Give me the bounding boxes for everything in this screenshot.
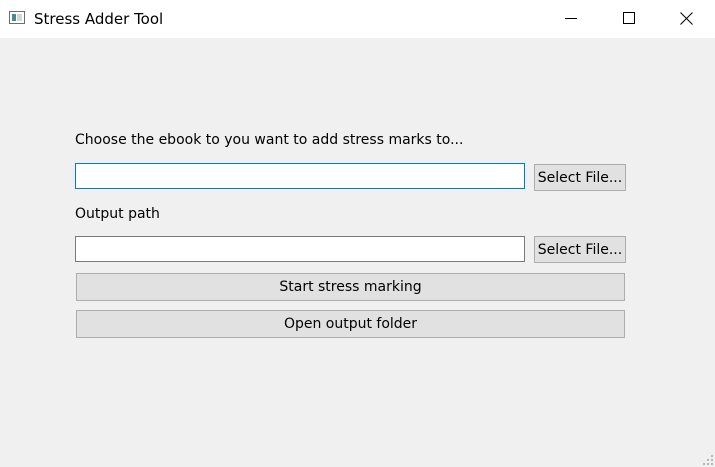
open-output-folder-button[interactable]: Open output folder <box>76 310 625 338</box>
ebook-path-input[interactable] <box>75 163 525 189</box>
maximize-icon <box>623 12 635 24</box>
title-bar[interactable]: Stress Adder Tool <box>0 0 715 38</box>
resize-grip-icon[interactable] <box>703 455 713 465</box>
close-icon <box>680 12 693 25</box>
select-ebook-file-button[interactable]: Select File... <box>534 164 626 191</box>
ebook-prompt-label: Choose the ebook to you want to add stre… <box>75 132 464 148</box>
close-button[interactable] <box>658 0 715 38</box>
app-window-icon <box>9 11 25 24</box>
maximize-button[interactable] <box>600 0 658 38</box>
minimize-button[interactable] <box>542 0 600 38</box>
output-path-input[interactable] <box>75 236 525 262</box>
minimize-icon <box>565 18 577 19</box>
select-output-file-button[interactable]: Select File... <box>534 236 626 263</box>
output-path-label: Output path <box>75 206 160 222</box>
start-stress-marking-button[interactable]: Start stress marking <box>76 273 625 301</box>
window-title: Stress Adder Tool <box>34 10 164 28</box>
app-window: Stress Adder Tool Choose the ebook to yo… <box>0 0 715 467</box>
